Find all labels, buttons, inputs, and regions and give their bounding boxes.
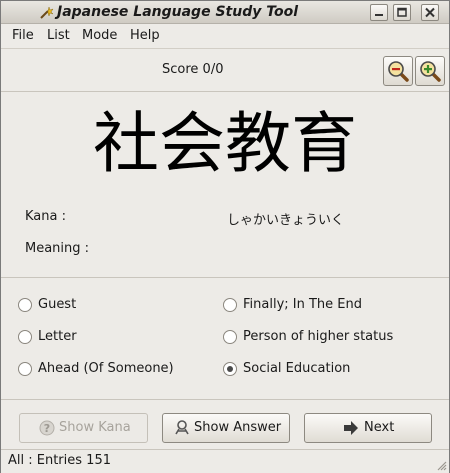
title-bar[interactable]: Japanese Language Study Tool <box>1 1 449 24</box>
kanji-display: 社会教育 <box>93 105 357 182</box>
minimize-icon <box>375 14 383 16</box>
next-label: Next <box>364 420 395 435</box>
buttons-divider <box>1 399 449 400</box>
score-row: Score 0/0 <box>1 49 449 92</box>
choice-label[interactable]: Ahead (Of Someone) <box>38 361 174 376</box>
radio-indicator[interactable] <box>18 362 32 376</box>
menu-help[interactable]: Help <box>130 28 160 43</box>
svg-text:?: ? <box>44 422 50 435</box>
choice-label[interactable]: Guest <box>38 297 76 312</box>
status-bar: All : Entries 151 <box>1 449 449 473</box>
choice-label[interactable]: Social Education <box>243 361 350 376</box>
menu-bar: File List Mode Help <box>1 24 449 49</box>
zoom-in-button[interactable] <box>415 56 445 86</box>
choices-divider <box>1 277 449 278</box>
zoom-in-icon <box>420 61 441 82</box>
resize-grip-icon[interactable] <box>435 459 447 471</box>
radio-indicator[interactable] <box>223 298 237 312</box>
arrow-right-icon <box>344 421 358 435</box>
help-icon: ? <box>39 420 55 436</box>
choice-label[interactable]: Person of higher status <box>243 329 393 344</box>
maximize-button[interactable] <box>393 4 411 21</box>
score-label: Score 0/0 <box>162 62 224 77</box>
close-button[interactable] <box>421 4 439 21</box>
maximize-icon <box>397 7 407 17</box>
menu-mode[interactable]: Mode <box>82 28 117 43</box>
status-text: All : Entries 151 <box>8 453 111 468</box>
menu-file[interactable]: File <box>12 28 34 43</box>
minimize-button[interactable] <box>370 4 388 21</box>
kana-value: しゃかいきょういく <box>227 213 345 228</box>
choice-label[interactable]: Letter <box>38 329 77 344</box>
meaning-label: Meaning : <box>25 241 90 256</box>
zoom-out-button[interactable] <box>383 56 413 86</box>
search-icon <box>175 420 189 435</box>
app-window: Japanese Language Study Tool File List M… <box>0 0 450 473</box>
show-answer-button[interactable]: Show Answer <box>162 413 290 443</box>
radio-indicator[interactable] <box>18 330 32 344</box>
choice-label[interactable]: Finally; In The End <box>243 297 362 312</box>
show-answer-label: Show Answer <box>194 420 282 435</box>
kana-label: Kana : <box>25 209 66 224</box>
window-title: Japanese Language Study Tool <box>57 4 298 20</box>
next-button[interactable]: Next <box>304 413 432 443</box>
radio-indicator[interactable] <box>18 298 32 312</box>
menu-list[interactable]: List <box>47 28 70 43</box>
radio-indicator[interactable] <box>223 362 237 376</box>
show-kana-label: Show Kana <box>59 420 131 435</box>
app-icon[interactable] <box>39 4 55 20</box>
zoom-out-icon <box>388 61 409 82</box>
close-icon <box>425 7 435 18</box>
show-kana-button[interactable]: ? Show Kana <box>19 413 148 443</box>
radio-indicator[interactable] <box>223 330 237 344</box>
